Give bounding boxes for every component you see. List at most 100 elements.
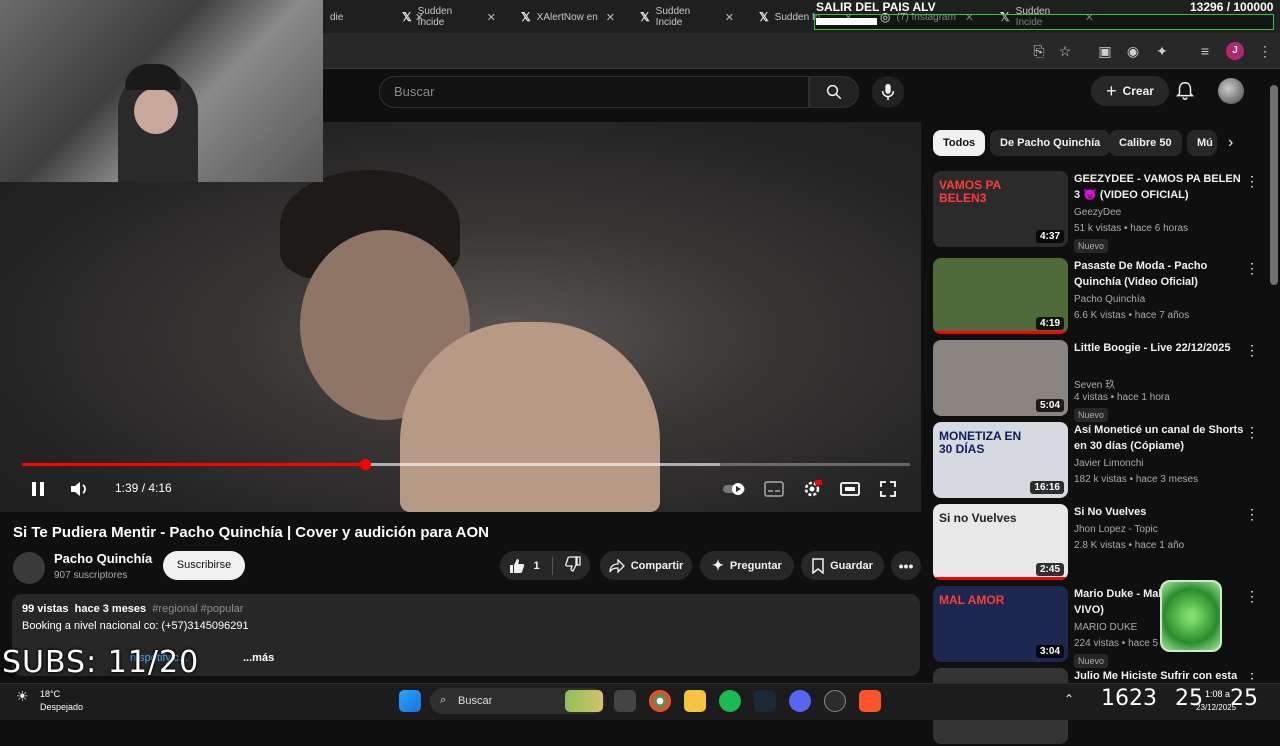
tray-chevron-icon[interactable]: ⌃: [1064, 692, 1074, 706]
windows-start-icon[interactable]: [399, 690, 421, 712]
search-input[interactable]: Buscar: [379, 76, 809, 108]
subs-goal-overlay: SUBS: 11/20: [2, 645, 200, 680]
dislike-button[interactable]: [564, 556, 581, 575]
recommendation-item[interactable]: 5:04 Little Boogie - Live 22/12/2025 Seven…: [933, 340, 1268, 422]
subscribe-button[interactable]: Suscribirse: [163, 551, 245, 580]
watched-progress-bar: [933, 331, 1068, 334]
recommendation-title[interactable]: Julio Me Hiciste Sufrir con esta: [1074, 668, 1244, 684]
more-actions-button[interactable]: •••: [891, 551, 921, 580]
voice-search-button[interactable]: [872, 76, 904, 108]
bookmark-star-icon[interactable]: ☆: [1056, 42, 1074, 60]
taskbar-date[interactable]: 23/12/2025: [1196, 703, 1236, 712]
notifications-bell-icon[interactable]: [1174, 80, 1196, 102]
save-button[interactable]: Guardar: [801, 551, 884, 580]
discord-icon[interactable]: [789, 690, 811, 712]
more-horizontal-icon: •••: [898, 557, 914, 574]
volume-button[interactable]: [68, 478, 90, 500]
video-thumbnail[interactable]: Si no Vuelves 2:45: [933, 504, 1068, 580]
browser-tab[interactable]: 𝕏 Sudden Incide ✕: [632, 4, 742, 30]
recommendation-title[interactable]: Si No Vuelves: [1074, 504, 1244, 520]
extension-icon[interactable]: ▣: [1096, 42, 1114, 60]
more-options-icon[interactable]: ⋮: [1245, 342, 1259, 359]
recommendation-title[interactable]: Así Moneticé un canal de Shorts en 30 dí…: [1074, 422, 1244, 454]
media-control-icon[interactable]: ≡: [1196, 42, 1214, 60]
sidebar-scrollbar[interactable]: [1270, 85, 1278, 285]
recommendation-channel[interactable]: Javier Limonchi: [1074, 458, 1143, 469]
channel-name[interactable]: Pacho Quinchía: [54, 551, 152, 566]
steam-icon[interactable]: [754, 690, 776, 712]
filter-chip[interactable]: Todos: [933, 130, 986, 156]
fullscreen-button[interactable]: [877, 478, 899, 500]
weather-icon[interactable]: ☀: [16, 688, 29, 705]
video-thumbnail[interactable]: VAMOS PA BELEN3 4:37: [933, 171, 1068, 247]
create-button[interactable]: + Crear: [1091, 76, 1169, 106]
subtitles-button[interactable]: [763, 478, 785, 500]
video-thumbnail[interactable]: 5:04: [933, 340, 1068, 416]
theater-mode-button[interactable]: [839, 478, 861, 500]
tab-close-icon[interactable]: ✕: [606, 11, 615, 24]
recommendation-item[interactable]: 4:19 Pasaste De Moda - Pacho Quinchía (Vi…: [933, 258, 1268, 336]
ask-button[interactable]: ✦ Preguntar: [700, 551, 794, 580]
share-button[interactable]: Compartir: [600, 551, 692, 580]
more-options-icon[interactable]: ⋮: [1245, 173, 1259, 190]
more-options-icon[interactable]: ⋮: [1245, 506, 1259, 523]
taskbar-clock[interactable]: 1:08 a: [1205, 689, 1230, 699]
video-thumbnail[interactable]: 4:19: [933, 258, 1068, 334]
filter-chip[interactable]: Calibre 50: [1109, 130, 1182, 156]
brave-icon[interactable]: [859, 690, 881, 712]
recommendation-channel[interactable]: GeezyDee: [1074, 207, 1121, 218]
more-options-icon[interactable]: ⋮: [1245, 588, 1259, 605]
install-app-icon[interactable]: ⎘: [1030, 42, 1048, 60]
obs-icon[interactable]: [824, 690, 846, 712]
recommendation-channel[interactable]: MARIO DUKE: [1074, 622, 1137, 633]
task-view-icon[interactable]: [614, 690, 636, 712]
channel-avatar[interactable]: [13, 552, 45, 584]
recommendation-title[interactable]: Little Boogie - Live 22/12/2025: [1074, 340, 1244, 356]
overlay-counter-1: 1623: [1101, 686, 1157, 711]
recommendation-item[interactable]: MONETIZA EN 30 DÍAS 16:16 Así Moneticé un …: [933, 422, 1268, 500]
recommendation-channel[interactable]: Pacho Quinchía: [1074, 294, 1145, 305]
recommendation-item[interactable]: VAMOS PA BELEN3 4:37 GEEZYDEE - VAMOS PA B…: [933, 171, 1268, 253]
filter-chip[interactable]: Mú: [1187, 130, 1217, 156]
chevron-right-icon[interactable]: ›: [1228, 134, 1233, 152]
video-duration: 16:16: [1030, 481, 1064, 494]
browser-menu-icon[interactable]: ⋮: [1256, 42, 1274, 60]
filter-chip[interactable]: De Pacho Quinchía: [990, 130, 1111, 156]
tab-close-icon[interactable]: ✕: [487, 11, 496, 24]
recommendation-channel[interactable]: Jhon Lopez - Topic: [1074, 524, 1158, 535]
file-explorer-icon[interactable]: [684, 690, 706, 712]
more-options-icon[interactable]: ⋮: [1245, 260, 1259, 277]
taskbar-search-icon: ⌕: [440, 694, 447, 706]
pause-button[interactable]: [27, 478, 49, 500]
puzzle-icon[interactable]: ✦: [1153, 42, 1171, 60]
search-button[interactable]: [809, 76, 859, 108]
video-thumbnail[interactable]: MAL AMOR 3:04: [933, 586, 1068, 662]
video-duration: 2:45: [1035, 563, 1064, 576]
scrubber-handle[interactable]: [359, 459, 371, 470]
vpn-extension-icon[interactable]: ◉: [1124, 42, 1142, 60]
hashtags[interactable]: #regional #popular: [152, 603, 243, 615]
browser-tab[interactable]: 𝕏 Sudden Incide ✕: [394, 4, 504, 30]
autoplay-toggle[interactable]: [722, 478, 748, 500]
show-more-button[interactable]: ...más: [243, 652, 274, 664]
user-avatar[interactable]: [1218, 78, 1244, 104]
chrome-icon[interactable]: [649, 690, 671, 712]
recommendation-title[interactable]: GEEZYDEE - VAMOS PA BELEN 3 😈 (VIDEO OFI…: [1074, 171, 1244, 203]
recommendation-item[interactable]: Si no Vuelves 2:45 Si No Vuelves Jhon Lopez…: [933, 504, 1268, 582]
thumbs-down-icon: [564, 556, 581, 572]
like-button[interactable]: 1: [509, 558, 540, 574]
microphone-icon: [881, 83, 895, 101]
browser-profile-avatar[interactable]: J: [1226, 42, 1244, 60]
plus-icon: +: [1106, 80, 1117, 101]
weather-description[interactable]: Despejado: [40, 702, 83, 712]
tab-close-icon[interactable]: ✕: [725, 11, 734, 24]
spotify-icon[interactable]: [719, 690, 741, 712]
more-options-icon[interactable]: ⋮: [1245, 424, 1259, 441]
weather-temperature[interactable]: 18°C: [40, 689, 60, 699]
like-count: 1: [533, 559, 540, 572]
video-thumbnail[interactable]: MONETIZA EN 30 DÍAS 16:16: [933, 422, 1068, 498]
recommendation-channel[interactable]: Seven 玖: [1074, 376, 1115, 391]
recommendation-title[interactable]: Pasaste De Moda - Pacho Quinchía (Video …: [1074, 258, 1244, 290]
settings-button[interactable]: [801, 478, 823, 500]
browser-tab[interactable]: 𝕏 XAlertNow en ✕: [513, 4, 623, 30]
